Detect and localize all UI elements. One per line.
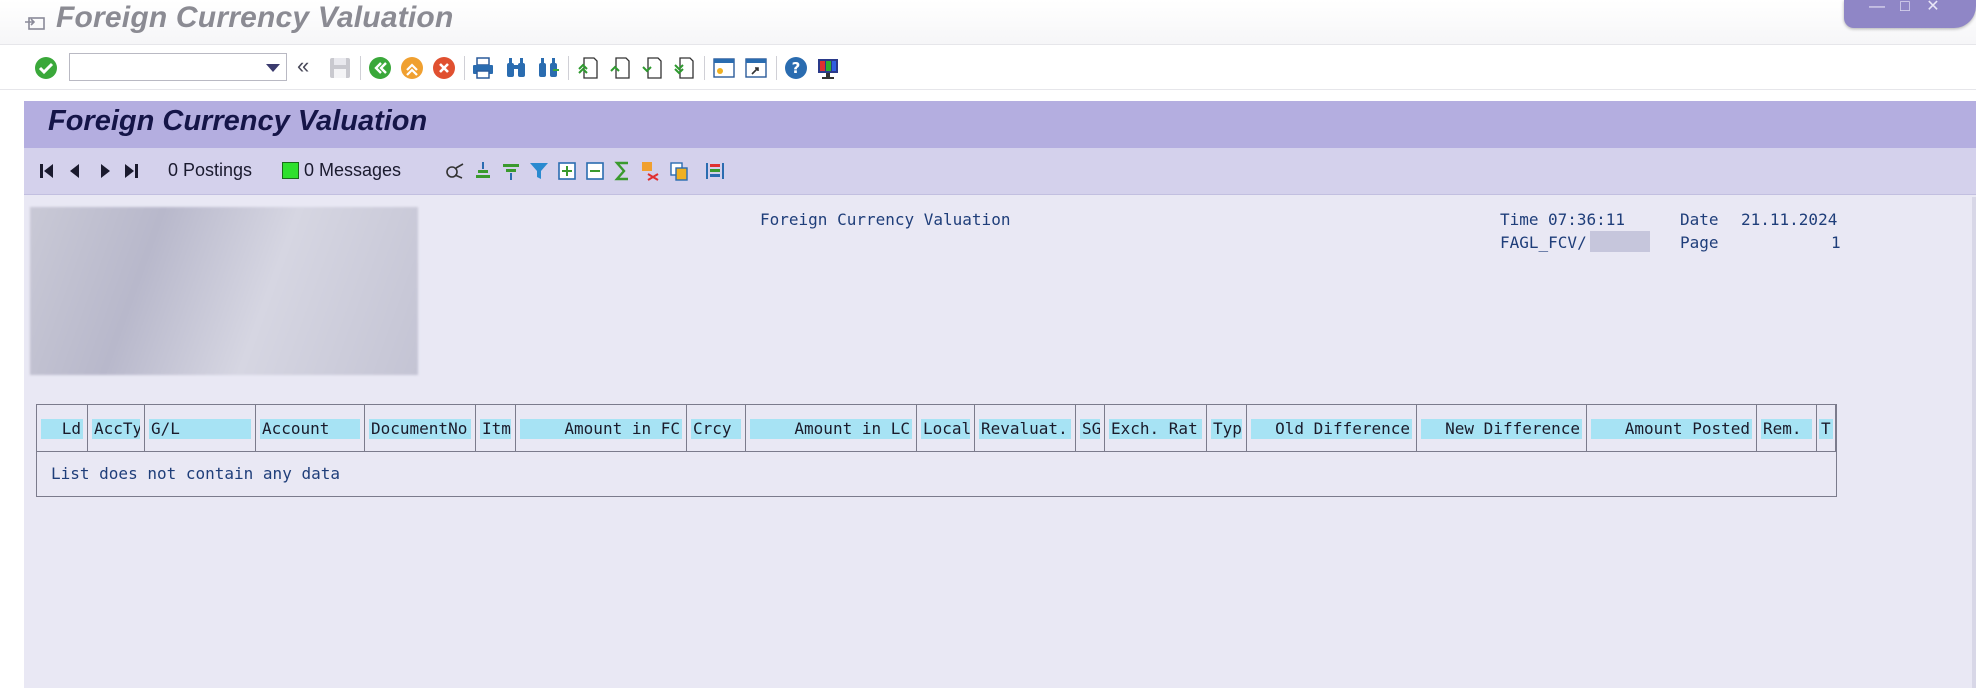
previous-icon[interactable]	[64, 160, 86, 182]
save-icon[interactable]	[327, 55, 353, 81]
column-header[interactable]: AccTy	[88, 405, 145, 451]
enter-check-icon[interactable]	[33, 55, 59, 81]
status-light-icon	[282, 162, 299, 179]
minimize-icon[interactable]: —	[1866, 0, 1888, 16]
toolbar-separator	[464, 56, 465, 80]
postings-count: 0 Postings	[168, 160, 253, 180]
sort-ascending-icon[interactable]	[472, 160, 494, 182]
column-header[interactable]: Local	[917, 405, 975, 451]
column-header[interactable]: G/L	[145, 405, 256, 451]
collapse-command-icon[interactable]: «	[297, 53, 309, 79]
toolbar-separator	[360, 56, 361, 80]
expand-icon[interactable]	[556, 160, 578, 182]
date-value: 21.11.2024	[1741, 210, 1838, 229]
app-header: Foreign Currency Valuation	[24, 101, 1976, 148]
main-area: Foreign Currency Valuation 0 Postings 0 …	[24, 101, 1976, 688]
previous-page-icon[interactable]	[607, 55, 633, 81]
toolbar-separator	[776, 56, 777, 80]
print-icon[interactable]	[470, 55, 496, 81]
time-label: Time	[1500, 210, 1539, 229]
subtotals-icon[interactable]	[640, 160, 662, 182]
column-header[interactable]: Ld	[37, 405, 88, 451]
time-value: 07:36:11	[1548, 210, 1626, 229]
column-header[interactable]: Amount Posted	[1587, 405, 1757, 451]
close-icon[interactable]: ✕	[1922, 0, 1944, 16]
sum-icon[interactable]	[612, 160, 634, 182]
column-header[interactable]: Crcy	[687, 405, 746, 451]
next-icon[interactable]	[94, 160, 116, 182]
help-icon[interactable]: ?	[783, 55, 809, 81]
program-name: FAGL_FCV/	[1500, 233, 1587, 252]
table-header: Ld AccTy G/L Account DocumentNo Itm Amou…	[37, 405, 1836, 452]
redacted-text	[1590, 231, 1650, 252]
sort-descending-icon[interactable]	[500, 160, 522, 182]
page-label: Page	[1680, 233, 1719, 252]
find-next-icon[interactable]	[535, 55, 561, 81]
column-header[interactable]: Amount in FC	[516, 405, 687, 451]
new-session-icon[interactable]	[711, 55, 737, 81]
exit-icon[interactable]	[399, 55, 425, 81]
column-header[interactable]: T	[1817, 405, 1836, 451]
column-header[interactable]: Typ	[1207, 405, 1247, 451]
toolbar-separator	[704, 56, 705, 80]
results-table: Ld AccTy G/L Account DocumentNo Itm Amou…	[36, 404, 1837, 497]
last-page-icon[interactable]	[671, 55, 697, 81]
last-icon[interactable]	[120, 160, 142, 182]
company-logo	[30, 207, 418, 375]
column-header[interactable]: Revaluat.	[975, 405, 1076, 451]
export-icon[interactable]	[668, 160, 690, 182]
find-icon[interactable]	[503, 55, 529, 81]
messages-count[interactable]: 0 Messages	[304, 160, 401, 181]
layout-icon[interactable]	[704, 160, 726, 182]
column-header[interactable]: Account	[256, 405, 365, 451]
first-icon[interactable]	[36, 160, 58, 182]
chevron-down-icon[interactable]	[266, 64, 280, 72]
toolbar-separator	[568, 56, 569, 80]
back-icon[interactable]	[367, 55, 393, 81]
column-header[interactable]: DocumentNo	[365, 405, 476, 451]
collapse-icon[interactable]	[584, 160, 606, 182]
column-header[interactable]: Amount in LC	[746, 405, 917, 451]
customize-layout-icon[interactable]	[815, 55, 841, 81]
column-header[interactable]: Exch. Rat	[1105, 405, 1207, 451]
column-header[interactable]: SG	[1076, 405, 1105, 451]
details-icon[interactable]	[444, 160, 466, 182]
window-controls: — □ ✕	[1844, 0, 1976, 28]
filter-icon[interactable]	[528, 160, 550, 182]
empty-list-message: List does not contain any data	[51, 464, 340, 483]
maximize-icon[interactable]: □	[1894, 0, 1916, 16]
standard-toolbar: « ?	[0, 45, 1976, 90]
date-label: Date	[1680, 210, 1719, 229]
command-field[interactable]	[69, 53, 287, 81]
title-bar: Foreign Currency Valuation — □ ✕	[0, 0, 1976, 45]
shortcut-icon[interactable]	[743, 55, 769, 81]
menu-icon[interactable]	[24, 12, 46, 32]
page-title: Foreign Currency Valuation	[48, 105, 428, 137]
column-header[interactable]: Old Difference	[1247, 405, 1417, 451]
cancel-icon[interactable]	[431, 55, 457, 81]
svg-text:?: ?	[792, 59, 801, 77]
list-toolbar: 0 Postings 0 Messages	[24, 148, 1976, 195]
next-page-icon[interactable]	[639, 55, 665, 81]
first-page-icon[interactable]	[575, 55, 601, 81]
column-header[interactable]: Itm	[476, 405, 516, 451]
window-title: Foreign Currency Valuation	[56, 1, 454, 34]
vertical-scrollbar[interactable]	[1972, 197, 1976, 688]
page-number: 1	[1831, 233, 1841, 252]
column-header[interactable]: Rem.	[1757, 405, 1817, 451]
report-title: Foreign Currency Valuation	[760, 210, 1011, 229]
column-header[interactable]: New Difference	[1417, 405, 1587, 451]
